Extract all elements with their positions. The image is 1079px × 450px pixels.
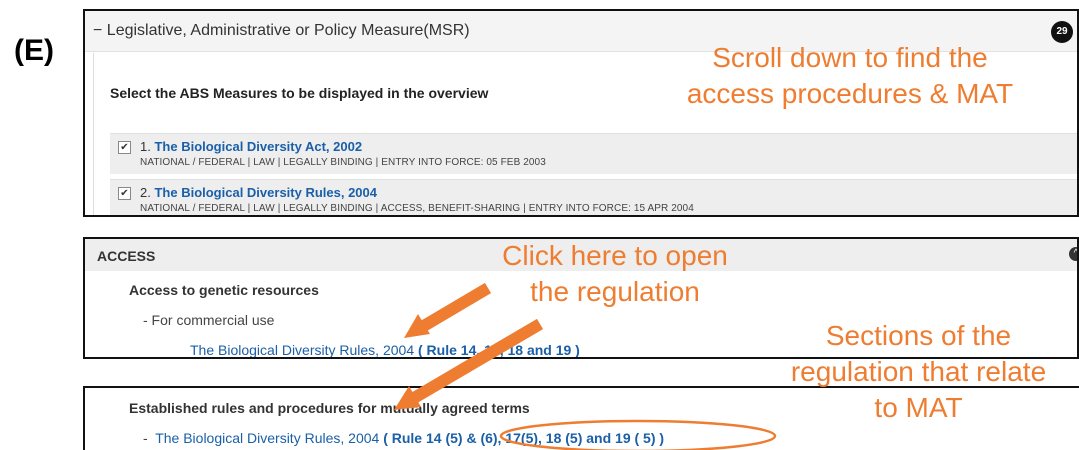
mat-link-name[interactable]: The Biological Diversity Rules, 2004 bbox=[155, 430, 379, 446]
measure-title-link[interactable]: The Biological Diversity Rules, 2004 bbox=[154, 185, 377, 200]
regulation-link-sections[interactable]: ( Rule 14, 17, 18 and 19 ) bbox=[418, 342, 580, 357]
chevron-up-icon[interactable]: ^ bbox=[1069, 247, 1077, 261]
sections-annotation: Sections of the regulation that relate t… bbox=[790, 320, 1047, 423]
mat-item-dash: - bbox=[143, 430, 148, 446]
commercial-use-item: - For commercial use bbox=[143, 312, 275, 328]
regulation-link-name[interactable]: The Biological Diversity Rules, 2004 bbox=[190, 342, 414, 357]
measure-checkbox[interactable]: ✔ bbox=[118, 187, 131, 200]
measure-number: 2. bbox=[140, 185, 151, 200]
access-subheading: Access to genetic resources bbox=[129, 282, 319, 298]
select-measures-heading: Select the ABS Measures to be displayed … bbox=[110, 85, 489, 101]
mat-link-sections[interactable]: ( Rule 14 (5) & (6), 17(5), 18 (5) and 1… bbox=[383, 430, 664, 446]
measure-row: ✔ 2. The Biological Diversity Rules, 200… bbox=[110, 179, 1077, 215]
measure-meta: NATIONAL / FEDERAL | LAW | LEGALLY BINDI… bbox=[140, 203, 694, 214]
measure-number: 1. bbox=[140, 139, 151, 154]
measure-count-badge: 29 bbox=[1051, 21, 1073, 43]
mat-subheading: Established rules and procedures for mut… bbox=[129, 400, 530, 416]
measures-panel-title: − Legislative, Administrative or Policy … bbox=[93, 22, 470, 39]
measure-row: ✔ 1. The Biological Diversity Act, 2002 … bbox=[110, 133, 1077, 174]
figure-label: (E) bbox=[14, 34, 54, 67]
measure-checkbox[interactable]: ✔ bbox=[118, 141, 131, 154]
access-panel-title: ACCESS bbox=[97, 248, 156, 264]
regulation-link[interactable]: The Biological Diversity Rules, 2004 ( R… bbox=[190, 342, 580, 357]
scroll-annotation: Scroll down to find the access procedure… bbox=[686, 42, 1014, 109]
click-annotation: Click here to open the regulation bbox=[502, 240, 728, 307]
measure-meta: NATIONAL / FEDERAL | LAW | LEGALLY BINDI… bbox=[140, 157, 546, 168]
measure-title-link[interactable]: The Biological Diversity Act, 2002 bbox=[154, 139, 362, 154]
mat-regulation-link[interactable]: - The Biological Diversity Rules, 2004 (… bbox=[143, 430, 664, 446]
